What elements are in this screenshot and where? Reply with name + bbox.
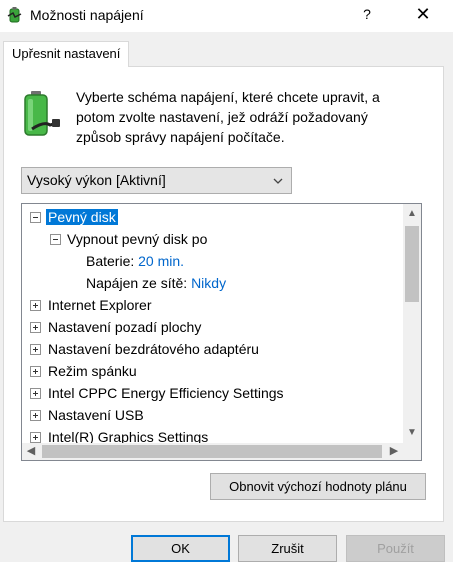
tree-item-hard-disk[interactable]: Pevný disk: [30, 206, 118, 228]
power-options-icon: [7, 7, 22, 23]
expand-icon[interactable]: [30, 366, 41, 377]
horizontal-scroll-thumb[interactable]: [42, 445, 382, 458]
power-scheme-value: Vysoký výkon [Aktivní]: [27, 172, 166, 188]
vertical-scroll-thumb[interactable]: [405, 226, 419, 302]
tree-item-label: Internet Explorer: [48, 297, 152, 313]
expand-icon[interactable]: [30, 344, 41, 355]
tree-item[interactable]: Nastavení USB: [30, 404, 144, 426]
collapse-icon[interactable]: [50, 234, 61, 245]
tree-item-label: Nastavení pozadí plochy: [48, 319, 202, 335]
expand-icon[interactable]: [30, 300, 41, 311]
apply-button[interactable]: Použít: [346, 535, 445, 562]
collapse-icon[interactable]: [30, 212, 41, 223]
help-button[interactable]: ?: [350, 0, 384, 30]
plugged-in-label: Napájen ze sítě:: [86, 275, 188, 291]
scroll-left-icon[interactable]: ◀: [22, 443, 40, 460]
scroll-down-icon[interactable]: ▼: [403, 423, 421, 443]
chevron-down-icon: [273, 178, 283, 184]
scroll-up-icon[interactable]: ▲: [403, 204, 421, 224]
battery-label: Baterie:: [86, 253, 135, 269]
expand-icon[interactable]: [30, 388, 41, 399]
settings-tree[interactable]: Pevný disk Vypnout pevný disk po Baterie…: [21, 203, 422, 461]
horizontal-scrollbar[interactable]: ◀ ▶: [22, 443, 403, 460]
cancel-button[interactable]: Zrušit: [238, 535, 337, 562]
expand-icon[interactable]: [30, 432, 41, 443]
restore-defaults-button[interactable]: Obnovit výchozí hodnoty plánu: [210, 473, 426, 500]
tree-item-label: Vypnout pevný disk po: [67, 231, 208, 247]
description-text: Vyberte schéma napájení, které chcete up…: [76, 89, 380, 145]
window-title: Možnosti napájení: [30, 7, 144, 23]
tree-item[interactable]: Nastavení bezdrátového adaptéru: [30, 338, 259, 360]
power-scheme-select[interactable]: Vysoký výkon [Aktivní]: [21, 167, 292, 194]
tab-advanced-settings[interactable]: Upřesnit nastavení: [3, 41, 130, 67]
tree-item[interactable]: Nastavení pozadí plochy: [30, 316, 201, 338]
tree-item-label: Intel CPPC Energy Efficiency Settings: [48, 385, 284, 401]
title-bar: Možnosti napájení ? ✕: [0, 0, 453, 32]
close-button[interactable]: ✕: [400, 0, 446, 30]
tree-item-label: Režim spánku: [48, 363, 137, 379]
scrollbar-corner: [403, 443, 421, 460]
battery-value-link[interactable]: 20 min.: [138, 253, 184, 269]
battery-icon: [24, 91, 60, 136]
tree-item[interactable]: Internet Explorer: [30, 294, 152, 316]
tree-item[interactable]: Režim spánku: [30, 360, 137, 382]
tree-item-plugged-in[interactable]: Napájen ze sítě: Nikdy: [86, 272, 226, 294]
tree-item-label: Nastavení bezdrátového adaptéru: [48, 341, 259, 357]
tree-item-turn-off-disk[interactable]: Vypnout pevný disk po: [50, 228, 207, 250]
expand-icon[interactable]: [30, 410, 41, 421]
plugged-in-value-link[interactable]: Nikdy: [191, 275, 226, 291]
scroll-right-icon[interactable]: ▶: [385, 443, 403, 460]
tree-item-battery[interactable]: Baterie: 20 min.: [86, 250, 184, 272]
tree-item-label: Pevný disk: [46, 209, 118, 225]
tree-item-label: Nastavení USB: [48, 407, 144, 423]
vertical-scrollbar[interactable]: ▲ ▼: [403, 204, 421, 443]
ok-button[interactable]: OK: [131, 535, 230, 562]
expand-icon[interactable]: [30, 322, 41, 333]
tree-item[interactable]: Intel CPPC Energy Efficiency Settings: [30, 382, 284, 404]
